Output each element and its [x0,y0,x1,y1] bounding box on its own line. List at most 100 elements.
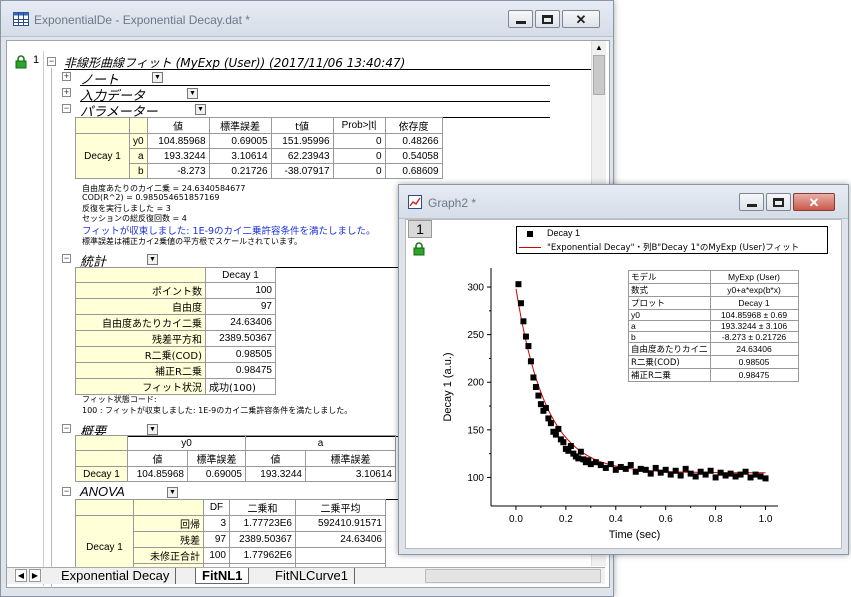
data-point [707,467,714,474]
maximize-icon [542,14,553,24]
info-value: MyExp (User) [709,270,799,284]
param-cell: 0.54058 [384,148,443,164]
data-point [555,425,562,432]
data-point [535,392,542,399]
x-tick-label: 1.0 [759,514,773,525]
graph-close-button[interactable]: ✕ [793,193,835,211]
param-cell: -38.07917 [270,163,334,179]
info-value: 104.85968 ± 0.69 [709,309,799,321]
input-dropdown-arrow[interactable]: ▼ [187,88,198,99]
section-anova-title: ANOVA [80,484,125,499]
stats-label: R二乗(COD) [75,346,206,363]
anova-cell: 1.77723E6 [229,515,296,532]
note-dropdown-arrow[interactable]: ▼ [152,72,163,83]
horizontal-scrollbar[interactable] [425,569,601,583]
params-header: Prob>|t| [332,117,386,134]
data-point [527,358,534,365]
x-tick-label: 0.6 [659,514,673,525]
stats-table: Decay 1 ポイント数 100 自由度 97 自由度あたりカイ二乗 24.6340… [75,267,276,395]
stats-header: Decay 1 [205,267,276,283]
summary-sub: 値 [127,450,188,467]
expand-note-toggle[interactable]: + [62,72,71,81]
graph-title-bar[interactable]: Graph2 * ✕ [399,185,848,219]
collapse-report-toggle[interactable]: − [47,57,56,66]
param-cell: 0.68609 [384,163,443,179]
collapse-params-toggle[interactable]: − [62,104,71,113]
param-cell: 0.69005 [208,133,272,149]
params-header: 依存度 [384,117,443,134]
summary-cell: 193.3244 [245,466,306,482]
close-icon: ✕ [808,194,820,210]
param-cell: 193.3244 [146,148,210,164]
summary-sub: 値 [245,450,306,467]
stats-dropdown-arrow[interactable]: ▼ [147,254,158,265]
data-point [742,468,749,475]
stats-label: フィット状況 [75,378,206,395]
stats-label: 自由度 [75,298,206,315]
params-dropdown-arrow[interactable]: ▼ [195,104,206,115]
collapse-anova-toggle[interactable]: − [62,487,71,496]
stats-label: 自由度あたりカイ二乗 [75,314,206,331]
data-point [627,462,634,469]
graph-window[interactable]: Graph2 * ✕ 1 Decay 1 "Exponential Decay"… [398,184,849,555]
info-label: a [628,320,711,332]
summary-table: y0 a 値 標準誤差 値 標準誤差 Decay 1 104.85968 0.6… [75,435,396,482]
tab-fitnlcurve1[interactable]: FitNLCurve1 [269,568,355,584]
summary-cell: 3.10614 [305,466,396,482]
expand-input-toggle[interactable]: + [62,88,71,97]
param-cell: 0 [332,148,386,164]
lock-icon[interactable] [15,55,27,69]
stats-value: 2389.50367 [205,330,276,347]
row-number: 1 [33,54,40,66]
stats-label: ポイント数 [75,282,206,299]
info-value: 0.98505 [709,355,799,369]
minimize-icon [746,203,757,207]
converge-note: フィットが収束しました: 1E-9のカイ二乗許容条件を満たしました。 [82,226,376,237]
info-value: 24.63406 [709,342,799,356]
collapse-stats-toggle[interactable]: − [62,254,71,263]
collapse-summary-toggle[interactable]: − [62,424,71,433]
params-table: 値 標準誤差 t値 Prob>|t| 依存度 Decay 1 y0 104.85… [75,117,443,179]
close-button[interactable]: ✕ [562,10,600,28]
maximize-button[interactable] [535,10,560,28]
vertical-scroll-thumb[interactable] [593,55,605,95]
data-point [525,343,532,350]
data-point [517,300,524,307]
graph-minimize-button[interactable] [739,193,764,211]
scroll-up-arrow-icon[interactable]: ▲ [594,43,604,53]
tab-scroll-left-icon[interactable]: ◀ [15,569,27,582]
info-label: プロット [628,296,711,310]
anova-label: 残差 [133,531,204,548]
param-cell: 3.10614 [208,148,272,164]
summary-dropdown-arrow[interactable]: ▼ [147,424,158,435]
graph-page[interactable]: 1 Decay 1 "Exponential Decay"・列B"Decay 1… [405,219,842,549]
info-value: Decay 1 [709,296,799,310]
tab-exponential-decay[interactable]: Exponential Decay [55,568,177,584]
close-icon: ✕ [575,11,587,27]
data-point [762,475,769,482]
minimize-button[interactable] [508,10,533,28]
stats-value: 0.98505 [205,346,276,363]
summary-sub: 標準誤差 [187,450,246,467]
data-point [532,384,539,390]
info-label: b [628,331,711,343]
data-point [547,420,554,427]
param-cell: 0.48266 [384,133,443,149]
data-point [520,318,527,325]
scale-note: 標準誤差は補正カイ2乗値の平方根でスケールされています。 [82,237,303,246]
stats-label: 補正R二乗 [75,362,206,379]
param-cell: -8.273 [146,163,210,179]
stats-value: 97 [205,298,276,315]
param-cell: 0 [332,163,386,179]
status-code-text: 100 : フィットが収束しました: 1E-9のカイ二乗許容条件を満たしました。 [82,406,353,415]
info-value: 0.98475 [709,368,799,382]
anova-dropdown-arrow[interactable]: ▼ [167,487,178,498]
param-cell: 0 [332,133,386,149]
graph-maximize-button[interactable] [766,193,791,211]
tab-fitnl1[interactable]: FitNL1 [195,568,250,584]
summary-group: a [245,435,396,451]
report-title-bar[interactable]: ExponentialDe - Exponential Decay.dat * … [1,1,613,37]
y-tick-label: 150 [467,425,484,436]
info-value: y0+a*exp(b*x) [709,283,799,297]
tab-scroll-right-icon[interactable]: ▶ [29,569,41,582]
